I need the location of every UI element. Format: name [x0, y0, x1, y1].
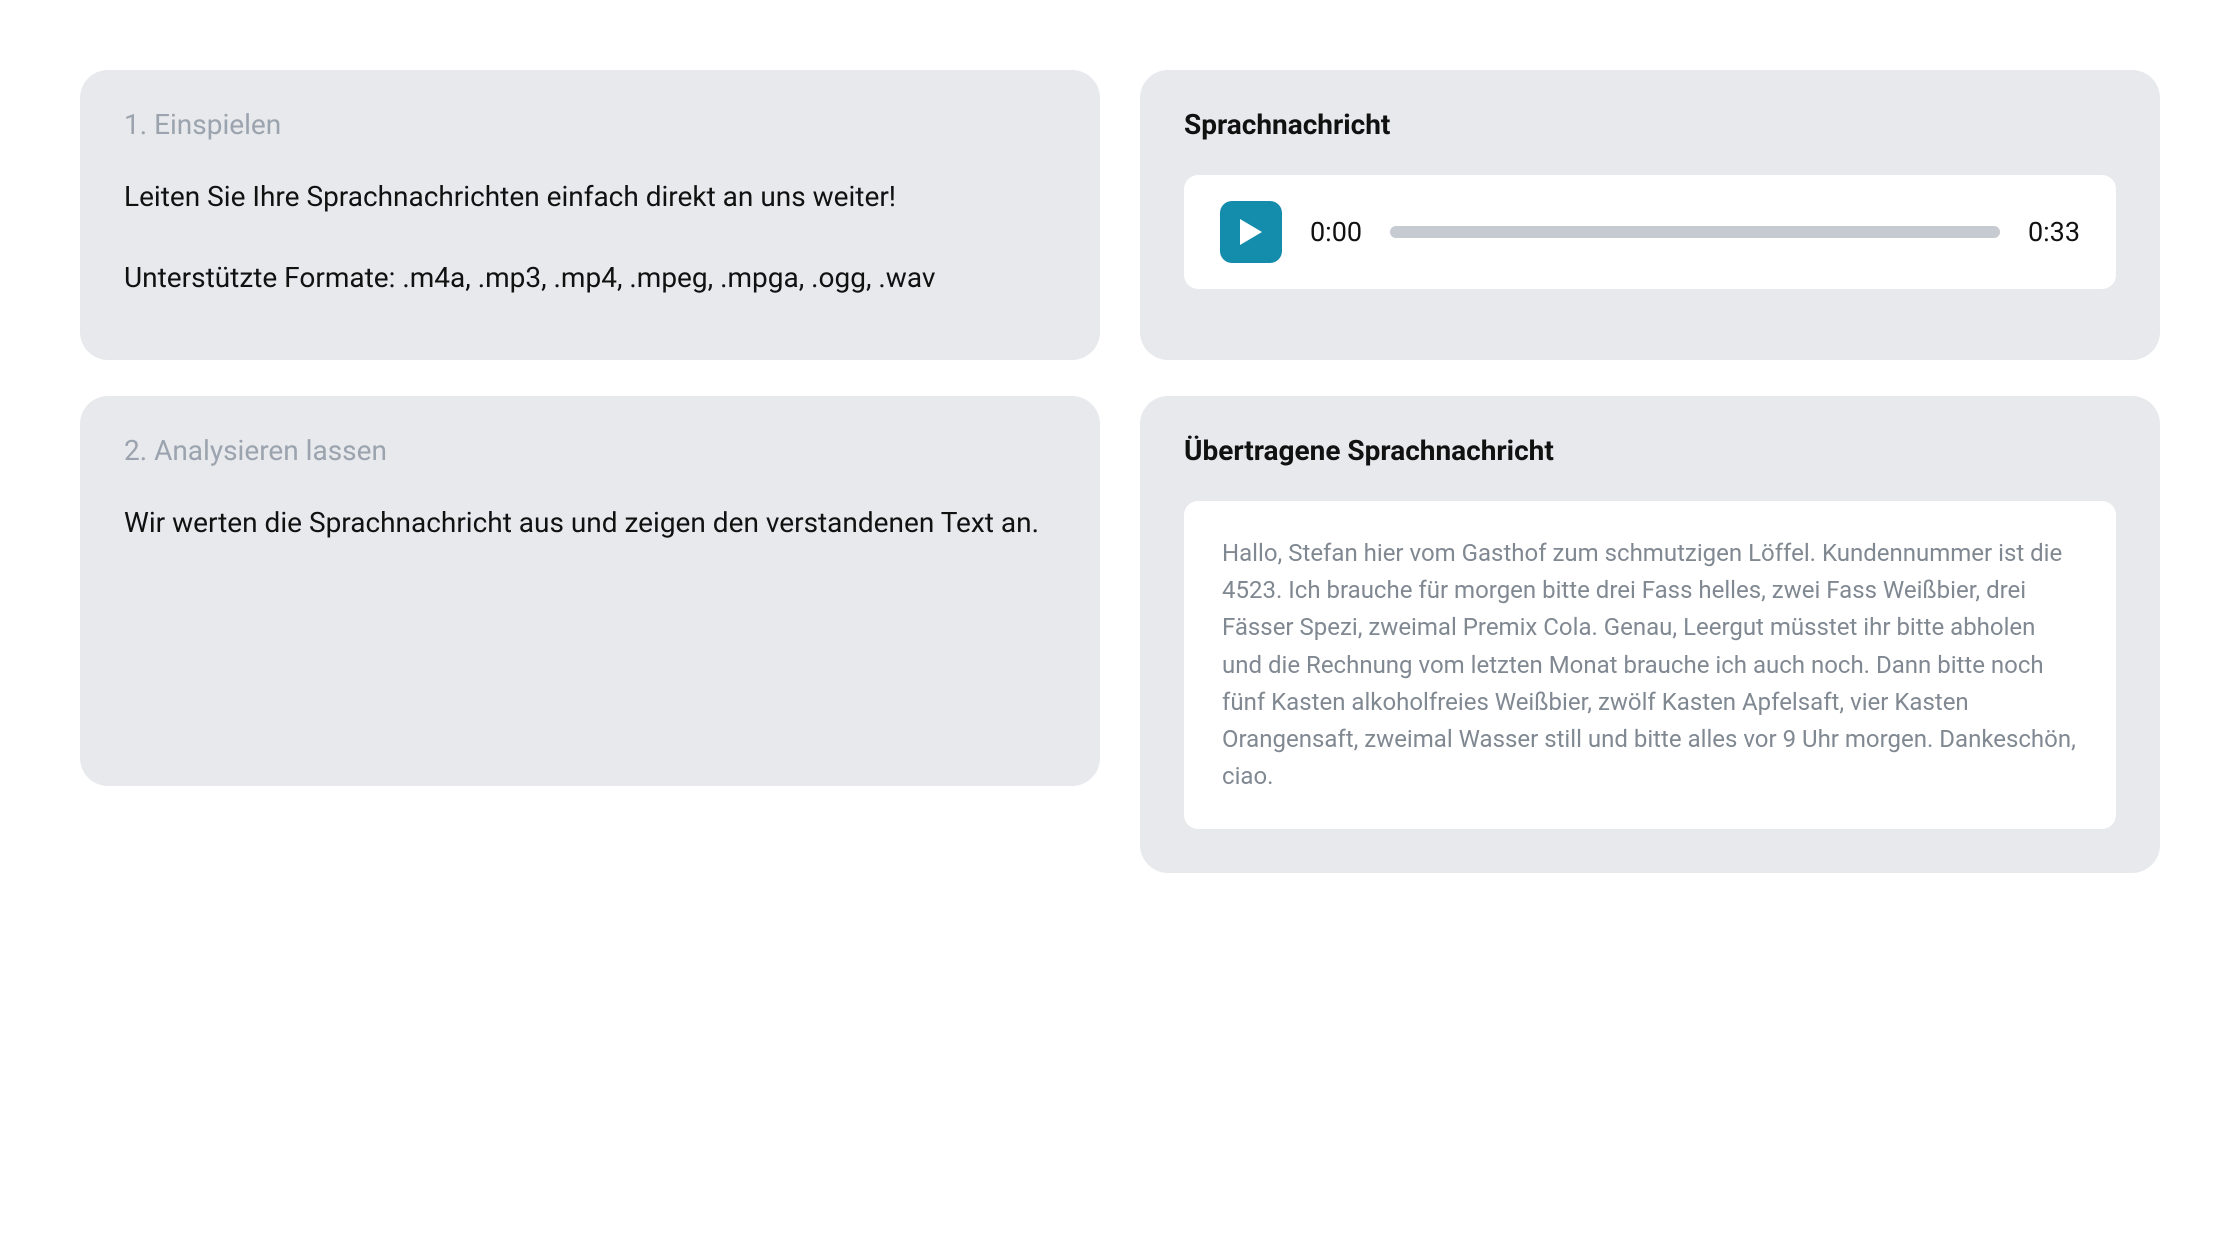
transcript-text: Hallo, Stefan hier vom Gasthof zum schmu…: [1222, 535, 2078, 795]
transcript-card-title: Übertragene Sprachnachricht: [1184, 434, 2116, 467]
step-2-label: 2. Analysieren lassen: [124, 434, 1056, 467]
step-1-body-line1: Leiten Sie Ihre Sprachnachrichten einfac…: [124, 177, 1056, 218]
step-1-body: Leiten Sie Ihre Sprachnachrichten einfac…: [124, 177, 1056, 299]
audio-player: 0:00 0:33: [1184, 175, 2116, 289]
step-2-card: 2. Analysieren lassen Wir werten die Spr…: [80, 396, 1100, 786]
step-1-body-line2: Unterstützte Formate: .m4a, .mp3, .mp4, …: [124, 258, 1056, 299]
audio-progress-bar[interactable]: [1390, 226, 2000, 238]
play-icon: [1240, 219, 1262, 245]
step-1-title: Einspielen: [154, 108, 281, 141]
play-button[interactable]: [1220, 201, 1282, 263]
audio-duration: 0:33: [2028, 216, 2080, 248]
audio-card-title: Sprachnachricht: [1184, 108, 2116, 141]
transcript-card: Übertragene Sprachnachricht Hallo, Stefa…: [1140, 396, 2160, 873]
audio-current-time: 0:00: [1310, 216, 1362, 248]
step-2-number: 2.: [124, 434, 147, 467]
step-1-card: 1. Einspielen Leiten Sie Ihre Sprachnach…: [80, 70, 1100, 360]
transcript-panel: Hallo, Stefan hier vom Gasthof zum schmu…: [1184, 501, 2116, 829]
audio-card: Sprachnachricht 0:00 0:33: [1140, 70, 2160, 360]
step-2-body: Wir werten die Sprachnachricht aus und z…: [124, 503, 1056, 544]
step-1-number: 1.: [124, 108, 147, 141]
step-2-body-line1: Wir werten die Sprachnachricht aus und z…: [124, 503, 1056, 544]
step-1-label: 1. Einspielen: [124, 108, 1056, 141]
step-2-title: Analysieren lassen: [154, 434, 387, 467]
